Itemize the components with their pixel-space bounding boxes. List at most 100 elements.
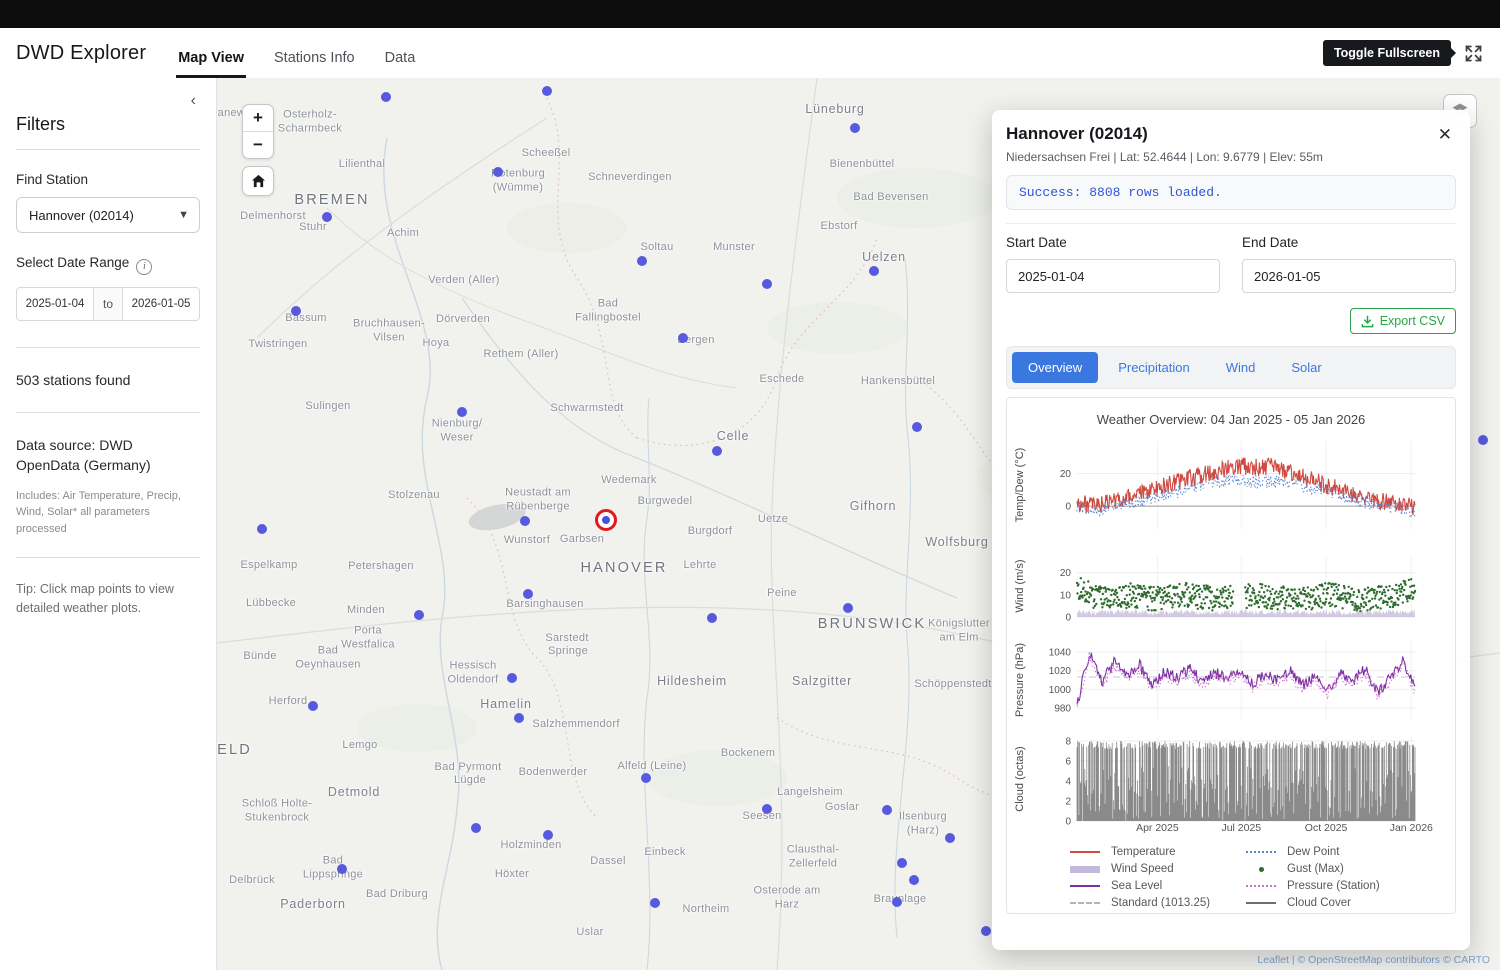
station-marker[interactable] bbox=[762, 279, 772, 289]
divider bbox=[16, 149, 200, 150]
station-marker[interactable] bbox=[291, 306, 301, 316]
station-marker[interactable] bbox=[707, 613, 717, 623]
start-date-input[interactable]: 2025-01-04 bbox=[1006, 259, 1220, 293]
station-marker[interactable] bbox=[493, 167, 503, 177]
filters-heading: Filters bbox=[16, 114, 65, 134]
station-marker[interactable] bbox=[637, 256, 647, 266]
main-nav-tabs: Map View Stations Info Data bbox=[176, 28, 417, 78]
svg-text:Oct 2025: Oct 2025 bbox=[1305, 822, 1348, 834]
svg-text:2: 2 bbox=[1065, 797, 1071, 808]
legend-marker-band bbox=[1069, 865, 1101, 873]
legend-label: Cloud Cover bbox=[1287, 897, 1351, 909]
date-to-input[interactable]: 2026-01-05 bbox=[122, 287, 200, 321]
svg-text:Wind (m/s): Wind (m/s) bbox=[1014, 559, 1026, 612]
divider bbox=[16, 347, 200, 348]
map-attribution[interactable]: Leaflet | © OpenStreetMap contributors ©… bbox=[1257, 954, 1490, 966]
svg-text:20: 20 bbox=[1060, 469, 1072, 480]
station-marker[interactable] bbox=[869, 266, 879, 276]
station-marker[interactable] bbox=[912, 422, 922, 432]
station-marker[interactable] bbox=[414, 610, 424, 620]
panel-tab-precipitation[interactable]: Precipitation bbox=[1102, 352, 1206, 383]
station-marker[interactable] bbox=[850, 123, 860, 133]
date-from-input[interactable]: 2025-01-04 bbox=[16, 287, 94, 321]
end-date-input[interactable]: 2026-01-05 bbox=[1242, 259, 1456, 293]
panel-tab-overview[interactable]: Overview bbox=[1012, 352, 1099, 383]
station-marker[interactable] bbox=[308, 701, 318, 711]
export-csv-button[interactable]: Export CSV bbox=[1349, 308, 1456, 334]
station-marker[interactable] bbox=[945, 833, 955, 843]
station-marker[interactable] bbox=[457, 407, 467, 417]
svg-text:980: 980 bbox=[1054, 703, 1071, 714]
svg-text:10: 10 bbox=[1060, 590, 1072, 601]
nav-tab-map-view[interactable]: Map View bbox=[176, 35, 247, 78]
station-marker[interactable] bbox=[678, 333, 688, 343]
svg-text:Temp/Dew (°C): Temp/Dew (°C) bbox=[1014, 448, 1026, 523]
start-date-label: Start Date bbox=[1006, 235, 1067, 250]
nav-tab-stations-info[interactable]: Stations Info bbox=[272, 35, 357, 78]
chart-legend: Temperature Dew Point Wind Speed Gust (Max)… bbox=[1007, 846, 1455, 909]
svg-text:0: 0 bbox=[1065, 502, 1071, 513]
legend-label: Gust (Max) bbox=[1287, 863, 1344, 875]
station-marker[interactable] bbox=[882, 805, 892, 815]
data-source-note: Includes: Air Temperature, Precip, Wind,… bbox=[16, 489, 181, 535]
app-header: DWD Explorer Map View Stations Info Data T… bbox=[0, 28, 1500, 78]
station-select-value: Hannover (02014) bbox=[29, 207, 134, 223]
fullscreen-icon[interactable] bbox=[1463, 43, 1484, 64]
panel-tab-wind[interactable]: Wind bbox=[1210, 352, 1272, 383]
legend-item: Cloud Cover bbox=[1245, 897, 1393, 909]
station-marker[interactable] bbox=[712, 446, 722, 456]
divider bbox=[1006, 223, 1456, 224]
legend-label: Temperature bbox=[1111, 846, 1176, 858]
station-marker[interactable] bbox=[762, 804, 772, 814]
legend-marker-line bbox=[1069, 851, 1101, 853]
sidebar-collapse-button[interactable]: ‹ bbox=[191, 92, 196, 110]
chart-title: Weather Overview: 04 Jan 2025 - 05 Jan 2… bbox=[1096, 412, 1366, 427]
svg-text:Apr 2025: Apr 2025 bbox=[1136, 822, 1179, 834]
info-icon[interactable]: i bbox=[136, 259, 153, 275]
download-icon bbox=[1361, 315, 1374, 327]
zoom-in-button[interactable]: + bbox=[243, 105, 273, 131]
station-detail-panel: Hannover (02014) ✕ Niedersachsen Frei | … bbox=[992, 110, 1470, 950]
station-marker[interactable] bbox=[897, 858, 907, 868]
zoom-out-button[interactable]: − bbox=[243, 131, 273, 158]
station-select[interactable]: Hannover (02014) ▼ bbox=[16, 197, 200, 233]
nav-tab-data[interactable]: Data bbox=[383, 35, 418, 78]
date-separator: to bbox=[94, 287, 122, 321]
station-meta: Niedersachsen Frei | Lat: 52.4644 | Lon:… bbox=[1006, 150, 1323, 164]
station-marker[interactable] bbox=[381, 92, 391, 102]
legend-item: Sea Level bbox=[1069, 880, 1217, 892]
station-marker[interactable] bbox=[981, 926, 991, 936]
svg-text:1020: 1020 bbox=[1049, 666, 1072, 677]
station-marker[interactable] bbox=[892, 897, 902, 907]
station-marker[interactable] bbox=[543, 830, 553, 840]
station-marker[interactable] bbox=[909, 875, 919, 885]
station-marker[interactable] bbox=[641, 773, 651, 783]
svg-text:4: 4 bbox=[1065, 777, 1071, 788]
station-marker[interactable] bbox=[337, 864, 347, 874]
station-marker[interactable] bbox=[650, 898, 660, 908]
selected-station-marker[interactable] bbox=[595, 509, 617, 531]
station-marker[interactable] bbox=[843, 603, 853, 613]
weather-overview-chart: 020Temp/Dew (°C)01020Wind (m/s)980100010… bbox=[1014, 441, 1433, 834]
map-zoom-control: + − bbox=[242, 104, 274, 159]
panel-tab-solar[interactable]: Solar bbox=[1275, 352, 1337, 383]
legend-marker-dot bbox=[1245, 866, 1277, 872]
browser-top-bar bbox=[0, 0, 1500, 28]
app-title: DWD Explorer bbox=[16, 41, 147, 64]
station-marker[interactable] bbox=[1478, 435, 1488, 445]
station-marker[interactable] bbox=[507, 673, 517, 683]
station-marker[interactable] bbox=[523, 589, 533, 599]
close-icon[interactable]: ✕ bbox=[1434, 124, 1456, 145]
map-home-button[interactable] bbox=[242, 166, 274, 196]
station-marker[interactable] bbox=[322, 212, 332, 222]
legend-item: Dew Point bbox=[1245, 846, 1393, 858]
svg-text:6: 6 bbox=[1065, 757, 1071, 768]
stations-found-text: 503 stations found bbox=[16, 372, 131, 388]
station-marker[interactable] bbox=[257, 524, 267, 534]
svg-text:0: 0 bbox=[1065, 817, 1071, 828]
date-range-picker: 2025-01-04 to 2026-01-05 bbox=[16, 287, 200, 321]
station-marker[interactable] bbox=[514, 713, 524, 723]
station-marker[interactable] bbox=[471, 823, 481, 833]
station-marker[interactable] bbox=[542, 86, 552, 96]
station-marker[interactable] bbox=[520, 516, 530, 526]
